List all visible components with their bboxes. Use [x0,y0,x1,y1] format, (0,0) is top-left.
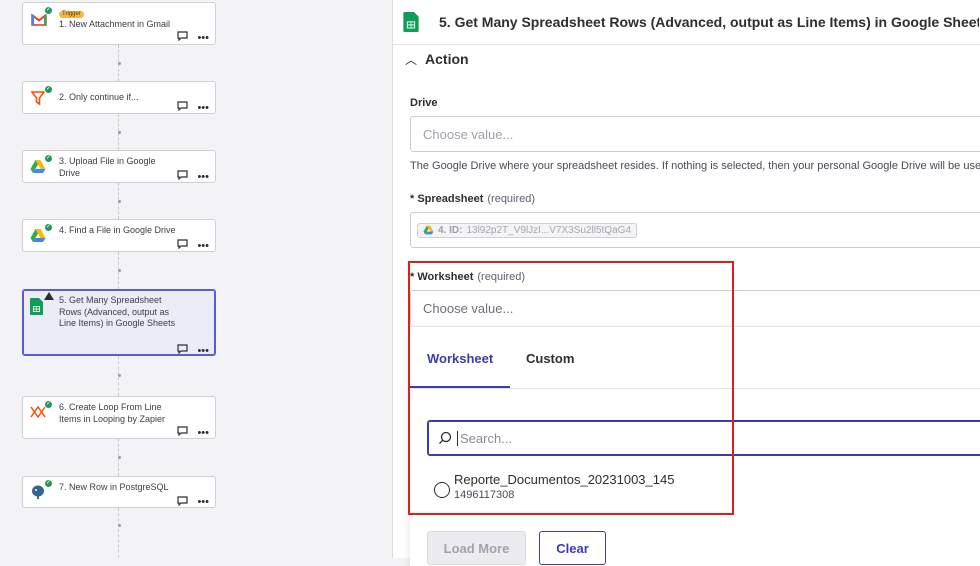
more-icon[interactable]: ••• [197,496,209,508]
success-check-icon: ✓ [44,400,53,409]
step-label: 4. Find a File in Google Drive [59,225,176,235]
search-placeholder: Search... [457,430,512,446]
trigger-badge: Trigger [59,11,84,18]
comment-icon[interactable] [177,239,189,252]
comment-icon[interactable] [177,344,189,357]
connector-dot[interactable] [118,524,121,527]
tab-worksheet[interactable]: Worksheet [427,351,493,366]
success-check-icon: ✓ [44,85,53,94]
load-more-button[interactable]: Load More [427,531,526,565]
drive-placeholder: Choose value... [423,126,514,142]
more-icon[interactable]: ••• [197,427,209,439]
connector-dot[interactable] [118,62,121,65]
connector-line [118,508,120,558]
more-icon[interactable]: ••• [197,240,209,252]
connector-dot[interactable] [118,456,121,459]
option-id: 1496117308 [454,489,515,501]
action-section-toggle[interactable]: ︿ Action [393,46,980,72]
success-check-icon: ✓ [44,6,53,15]
zap-step-5[interactable]: 5. Get Many Spreadsheet Rows (Advanced, … [22,289,216,357]
worksheet-option[interactable]: Reporte_Documentos_20231003_145 14961173… [434,472,674,501]
active-tab-indicator [410,386,510,388]
step-label: 2. Only continue if... [59,92,139,102]
clear-button[interactable]: Clear [539,531,606,565]
google-sheets-icon [30,292,54,316]
panel-title: 5. Get Many Spreadsheet Rows (Advanced, … [439,14,979,30]
looping-icon: ✓ [30,400,53,423]
section-title: Action [425,51,469,67]
chip-step: 4. ID: [438,224,463,236]
gmail-icon: ✓ [30,6,53,29]
search-icon [439,431,452,444]
tab-custom[interactable]: Custom [526,351,574,366]
google-drive-icon: ✓ [30,154,53,177]
success-check-icon: ✓ [44,223,53,232]
step-label: 3. Upload File in Google Drive [59,156,156,178]
comment-icon[interactable] [177,101,189,114]
panel-header: 5. Get Many Spreadsheet Rows (Advanced, … [393,0,980,45]
worksheet-label: * Worksheet (required) [410,271,526,283]
more-icon[interactable]: ••• [197,102,209,114]
dropdown-tabs: Worksheet Custom [410,327,980,389]
search-input[interactable]: Search... [427,420,980,456]
success-check-icon: ✓ [44,479,53,488]
step-label: 6. Create Loop From Line Items in Loopin… [59,402,166,424]
zap-step-7[interactable]: ✓ 7. New Row in PostgreSQL ••• [22,476,216,508]
option-title: Reporte_Documentos_20231003_145 [454,472,675,487]
comment-icon[interactable] [177,495,189,509]
connector-dot[interactable] [118,200,121,203]
option-radio[interactable] [434,482,450,498]
chevron-up-icon: ︿ [405,52,418,67]
spreadsheet-label: * Spreadsheet (required) [410,193,536,205]
step-label: 7. New Row in PostgreSQL [59,482,169,492]
chip-value: 13l92p2T_V9lJzI...V7X3Su2ll5tQaG4 [466,224,631,236]
connector-dot[interactable] [118,269,121,272]
google-drive-icon [423,225,434,235]
worksheet-field[interactable]: Choose value... [410,290,980,326]
connector-dot[interactable] [118,374,121,377]
worksheet-placeholder: Choose value... [423,301,514,316]
step-editor-panel: 5. Get Many Spreadsheet Rows (Advanced, … [392,0,980,566]
comment-icon[interactable] [177,426,189,439]
comment-icon[interactable] [177,31,189,44]
mapped-value-chip[interactable]: 4. ID: 13l92p2T_V9lJzI...V7X3Su2ll5tQaG4 [417,222,637,238]
google-drive-icon: ✓ [30,223,53,246]
worksheet-dropdown: Worksheet Custom Search... Reporte_Docum… [410,326,980,566]
drive-field[interactable]: Choose value... [410,116,980,152]
zap-canvas: ✓ Trigger 1. New Attachment in Gmail •••… [0,0,392,558]
zap-step-3[interactable]: ✓ 3. Upload File in Google Drive ••• [22,150,216,183]
zap-step-1[interactable]: ✓ Trigger 1. New Attachment in Gmail ••• [22,2,216,45]
more-icon[interactable]: ••• [197,32,209,44]
drive-help-text: The Google Drive where your spreadsheet … [410,160,980,172]
success-check-icon: ✓ [44,154,53,163]
more-icon[interactable]: ••• [197,171,209,183]
warning-icon [44,292,54,300]
comment-icon[interactable] [177,170,189,183]
step-label: 5. Get Many Spreadsheet Rows (Advanced, … [59,295,176,328]
drive-label: Drive [410,97,438,109]
more-icon[interactable]: ••• [197,345,209,357]
spreadsheet-field[interactable]: 4. ID: 13l92p2T_V9lJzI...V7X3Su2ll5tQaG4 [410,212,980,248]
google-sheets-icon [403,12,419,32]
zap-step-2[interactable]: ✓ 2. Only continue if... ••• [22,81,216,114]
step-label: 1. New Attachment in Gmail [59,19,171,29]
connector-dot[interactable] [118,131,121,134]
zap-step-4[interactable]: ✓ 4. Find a File in Google Drive ••• [22,219,216,252]
zap-step-6[interactable]: ✓ 6. Create Loop From Line Items in Loop… [22,396,216,439]
postgresql-icon: ✓ [30,479,53,502]
filter-icon: ✓ [30,85,53,108]
